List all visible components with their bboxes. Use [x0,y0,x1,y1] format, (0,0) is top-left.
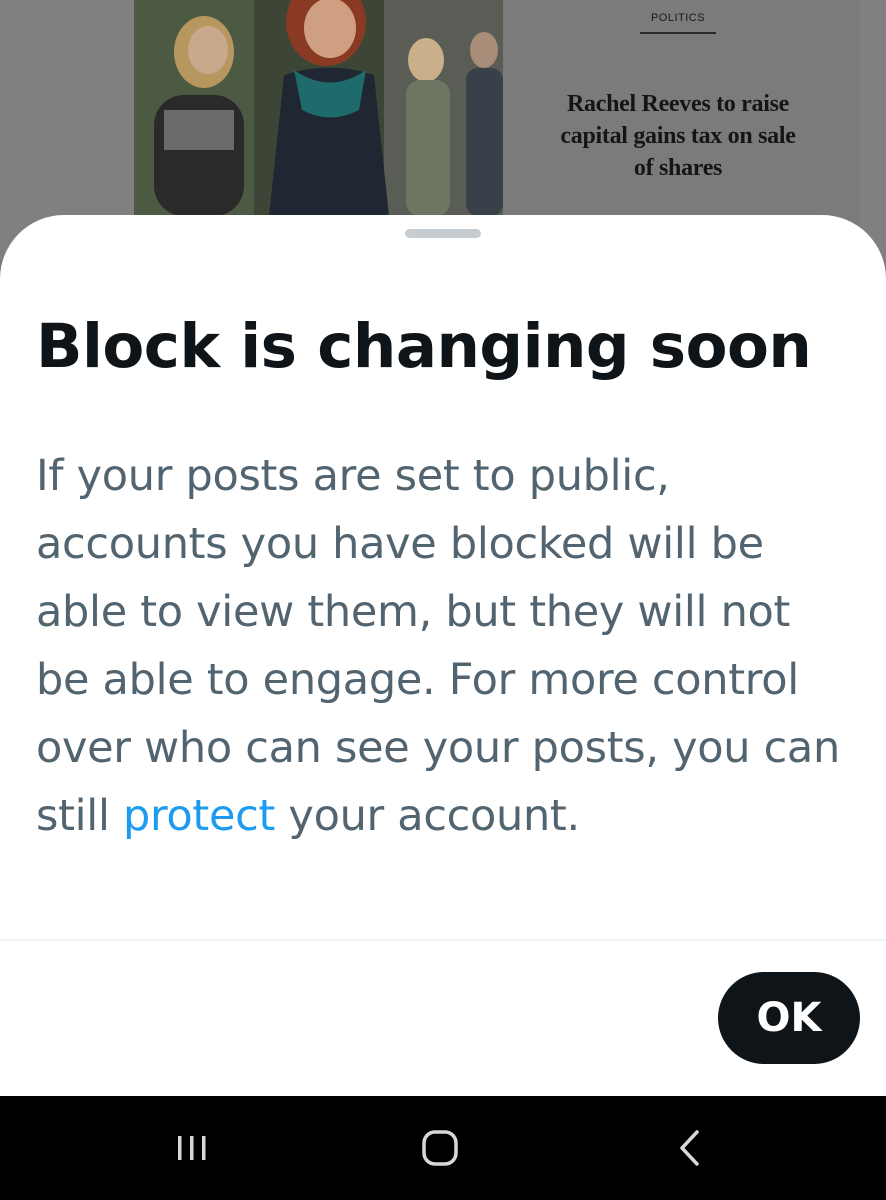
system-navigation-bar [0,1096,886,1200]
ok-button[interactable]: OK [718,972,860,1064]
divider [0,939,886,941]
recent-apps-icon[interactable] [162,1118,222,1178]
news-headline: Rachel Reeves to raise capital gains tax… [560,91,796,181]
home-icon[interactable] [410,1118,470,1178]
body-text-before-link: If your posts are set to public, account… [36,451,840,841]
protect-account-link[interactable]: protect [123,791,275,841]
sheet-drag-handle[interactable] [405,229,481,238]
back-chevron-icon[interactable] [660,1118,720,1178]
sheet-body: If your posts are set to public, account… [36,442,856,850]
section-kicker: POLITICS [640,12,716,34]
body-text-after-link: your account. [275,791,580,841]
sheet-title: Block is changing soon [36,311,812,382]
block-change-sheet: Block is changing soon If your posts are… [0,215,886,1096]
news-photo [134,0,503,216]
